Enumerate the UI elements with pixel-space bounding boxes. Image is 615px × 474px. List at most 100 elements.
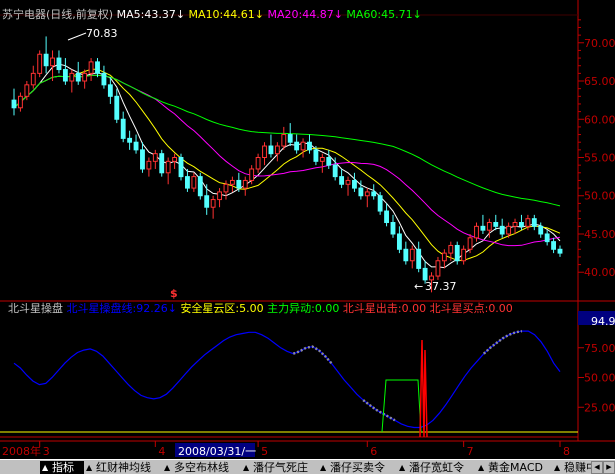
main-y-tick-label: 55.00 xyxy=(584,152,615,165)
month-label: 8 xyxy=(563,445,570,458)
high-marker-value: 70.83 xyxy=(86,27,118,40)
ma20-arrow-icon: ↓ xyxy=(333,8,343,21)
candle-body xyxy=(557,248,563,254)
candle-body xyxy=(255,157,261,170)
candle-body xyxy=(210,199,216,208)
candle-body xyxy=(69,72,75,82)
ma5-arrow-icon: ↓ xyxy=(175,8,186,21)
candle-body xyxy=(217,191,222,201)
candle-body xyxy=(268,145,274,155)
buy-point-value: 0.00 xyxy=(488,302,513,315)
price-chart[interactable]: 70.0065.0060.0055.0050.0045.0040.00 70.8… xyxy=(0,0,615,459)
candle-body xyxy=(191,176,197,189)
tab-label: 潘仔气死庄 xyxy=(253,461,308,474)
ma10-label: MA10: xyxy=(188,8,224,21)
month-label: 4 xyxy=(158,445,165,458)
tab-label: 潘仔买卖令 xyxy=(330,461,385,474)
tab-7[interactable]: ▲稳赚中长 xyxy=(552,461,591,474)
main-y-tick-label: 50.00 xyxy=(584,190,615,203)
candle-body xyxy=(435,260,441,277)
candle-body xyxy=(30,72,36,86)
main-y-tick-label: 45.00 xyxy=(584,228,615,241)
tab-arrow-icon: ▲ xyxy=(478,463,485,472)
candle-body xyxy=(474,225,479,239)
candle-body xyxy=(390,222,396,235)
candle-body xyxy=(165,160,171,174)
candle-body xyxy=(62,69,68,82)
candle-body xyxy=(319,157,325,162)
candle-body xyxy=(287,134,293,143)
candle-body xyxy=(152,153,158,162)
candle-body xyxy=(88,61,94,74)
candle-body xyxy=(300,141,306,151)
indicator-y-tick-label: 25.00 xyxy=(584,401,615,414)
candle-body xyxy=(307,141,312,151)
ma20-label: MA20: xyxy=(267,8,303,21)
tab-3[interactable]: ▲ 潘仔气死庄 xyxy=(241,461,318,474)
exit-signal-value: 0.00 xyxy=(401,302,427,315)
tab-2[interactable]: ▲ 多空布林线 xyxy=(162,461,241,474)
indicator-highlight-segment xyxy=(292,345,333,365)
candle-body xyxy=(544,233,550,243)
indicator-highlight-segment xyxy=(482,329,523,355)
candle-body xyxy=(499,225,505,235)
candle-body xyxy=(345,179,351,185)
tab-scroll-right-button[interactable]: ▶ xyxy=(603,461,615,474)
indicator-current-value: 94.98 xyxy=(591,315,615,328)
candle-body xyxy=(114,95,120,120)
candle-body xyxy=(242,179,248,189)
candle-body xyxy=(506,225,512,235)
tab-6[interactable]: ▲ 黄金MACD xyxy=(476,461,552,474)
indicator-line-arrow-icon: ↓ xyxy=(167,302,177,315)
candle-body xyxy=(396,233,402,250)
indicator-legend: 北斗星操盘 北斗星操盘线:92.26↓ 安全星云区:5.00 主力异动:0.00… xyxy=(8,302,513,315)
tab-arrow-icon: ▲ xyxy=(42,463,49,472)
tab-label: 红财神均线 xyxy=(96,461,151,474)
candle-body xyxy=(75,72,81,82)
high-marker: 70.83 xyxy=(67,27,118,41)
indicator-highlight-segments xyxy=(292,329,523,422)
ma10-arrow-icon: ↓ xyxy=(254,8,264,21)
tab-0[interactable]: ▲ 指标 xyxy=(40,461,84,474)
tab-label: 指标 xyxy=(52,461,74,474)
low-marker-value: 37.37 xyxy=(425,280,457,293)
tab-1[interactable]: ▲ 红财神均线 xyxy=(84,461,162,474)
indicator-tab-strip: ▲ 指标 ▲ 红财神均线 ▲ 多空布林线 ▲ 潘仔气死庄 ▲ 潘仔买卖令 ▲ 潘仔宽虹令 ▲ 黄金MACD… xyxy=(0,459,615,474)
candle-body xyxy=(339,176,345,185)
candle-body xyxy=(461,248,467,262)
candle-body xyxy=(313,149,319,162)
candle-body xyxy=(422,267,428,281)
candle-body xyxy=(159,153,165,174)
candle-body xyxy=(493,222,499,227)
signal-mark: $ xyxy=(170,287,178,300)
candle-body xyxy=(377,195,383,212)
month-label: 7 xyxy=(467,445,474,458)
ma60-arrow-icon: ↓ xyxy=(412,8,422,21)
candle-body xyxy=(24,84,30,97)
candle-body xyxy=(525,218,531,227)
candle-body xyxy=(107,84,113,97)
safe-zone-label: 安全星云区: xyxy=(180,302,240,315)
candle-body xyxy=(262,145,267,158)
month-label: 6 xyxy=(370,445,377,458)
candle-body xyxy=(11,99,17,109)
candle-body xyxy=(538,225,544,235)
tab-5[interactable]: ▲ 潘仔宽虹令 xyxy=(397,461,476,474)
candle-body xyxy=(409,248,415,262)
candle-body xyxy=(229,179,235,185)
safe-zone-value: 5.00 xyxy=(239,302,264,315)
candle-body xyxy=(50,57,55,67)
indicator-line xyxy=(13,330,561,429)
candle-body xyxy=(120,118,126,139)
exit-signal-label: 北斗星出击: xyxy=(342,302,402,315)
tab-arrow-icon: ▲ xyxy=(320,463,327,472)
low-marker: ← 37.37 xyxy=(414,280,457,293)
tab-4[interactable]: ▲ 潘仔买卖令 xyxy=(318,461,397,474)
candle-body xyxy=(281,134,287,147)
candle-body xyxy=(146,160,152,170)
tab-arrow-icon: ▲ xyxy=(243,463,250,472)
tab-scroll-left-button[interactable]: ◀ xyxy=(591,461,603,474)
tab-label: 潘仔宽虹令 xyxy=(409,461,464,474)
tab-label: 稳赚中长 xyxy=(564,461,591,474)
main-y-tick-label: 65.00 xyxy=(584,75,615,88)
